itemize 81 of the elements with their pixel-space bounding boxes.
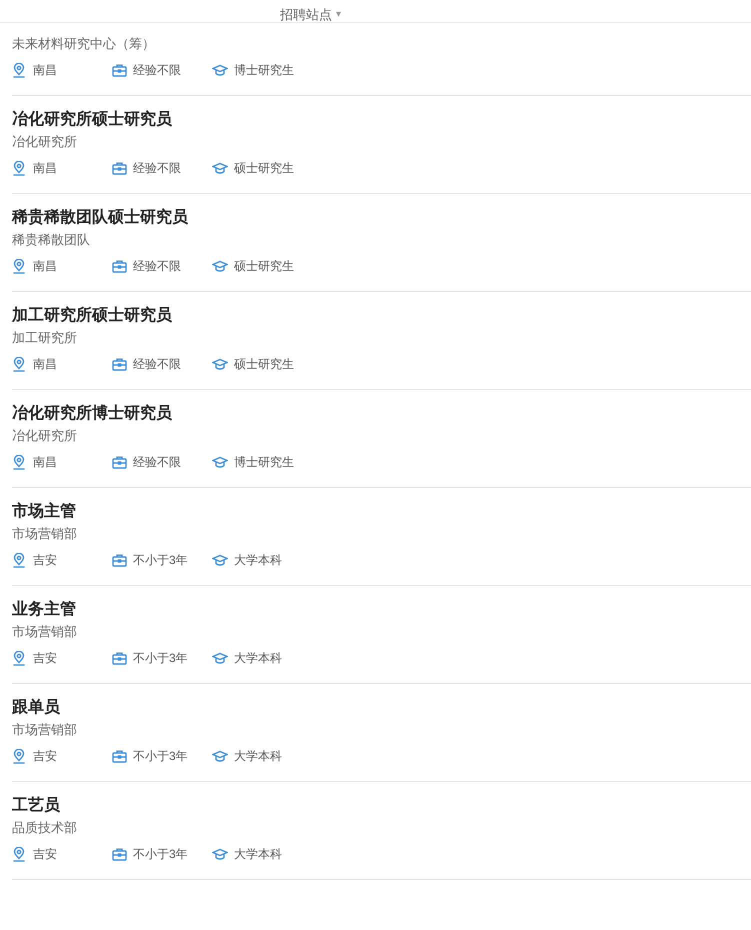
education-text: 大学本科 (234, 552, 282, 568)
location-pin-icon (12, 552, 26, 568)
experience-text: 经验不限 (133, 454, 181, 470)
graduation-cap-icon (212, 260, 228, 272)
briefcase-icon (112, 554, 127, 566)
location-text: 南昌 (33, 454, 57, 470)
job-title: 加工研究所硕士研究员 (12, 305, 172, 326)
location-pin-icon (12, 258, 26, 274)
briefcase-icon (112, 64, 127, 76)
briefcase-icon (112, 456, 127, 468)
job-title: 工艺员 (12, 796, 60, 816)
site-filter-dropdown[interactable]: 招聘站点 ▾ (280, 8, 341, 22)
experience-text: 不小于3年 (133, 552, 188, 568)
job-card[interactable]: 工艺员 品质技术部 吉安 不小于3年 大学本科 (12, 782, 751, 880)
briefcase-icon (112, 750, 127, 762)
department-name: 冶化研究所 (12, 427, 77, 445)
job-title: 冶化研究所硕士研究员 (12, 109, 172, 130)
job-title: 业务主管 (12, 599, 76, 620)
education-text: 硕士研究生 (234, 258, 294, 274)
briefcase-icon (112, 358, 127, 370)
department-name: 市场营销部 (12, 525, 77, 543)
location-text: 吉安 (33, 552, 57, 568)
department-name: 冶化研究所 (12, 133, 77, 151)
briefcase-icon (112, 652, 127, 664)
department-name: 稀贵稀散团队 (12, 231, 90, 249)
experience-text: 不小于3年 (133, 650, 188, 666)
graduation-cap-icon (212, 64, 228, 76)
education-text: 硕士研究生 (234, 356, 294, 372)
job-title: 跟单员 (12, 698, 60, 718)
graduation-cap-icon (212, 750, 228, 762)
department-name: 未来材料研究中心（筹） (12, 35, 155, 53)
department-name: 加工研究所 (12, 329, 77, 347)
education-text: 博士研究生 (234, 454, 294, 470)
job-card[interactable]: 未来材料研究中心（筹） 南昌 经验不限 博士研究生 (12, 23, 751, 96)
graduation-cap-icon (212, 456, 228, 468)
location-pin-icon (12, 748, 26, 764)
education-text: 大学本科 (234, 650, 282, 666)
job-card[interactable]: 稀贵稀散团队硕士研究员 稀贵稀散团队 南昌 经验不限 硕士研究生 (12, 194, 751, 292)
briefcase-icon (112, 162, 127, 174)
graduation-cap-icon (212, 848, 228, 860)
location-pin-icon (12, 160, 26, 176)
graduation-cap-icon (212, 358, 228, 370)
location-pin-icon (12, 356, 26, 372)
graduation-cap-icon (212, 162, 228, 174)
location-pin-icon (12, 650, 26, 666)
job-title: 冶化研究所博士研究员 (12, 403, 172, 424)
location-pin-icon (12, 454, 26, 470)
experience-text: 经验不限 (133, 258, 181, 274)
job-title: 稀贵稀散团队硕士研究员 (12, 207, 188, 228)
location-text: 吉安 (33, 748, 57, 764)
location-text: 南昌 (33, 258, 57, 274)
graduation-cap-icon (212, 652, 228, 664)
experience-text: 不小于3年 (133, 748, 188, 764)
education-text: 大学本科 (234, 846, 282, 862)
job-card[interactable]: 冶化研究所硕士研究员 冶化研究所 南昌 经验不限 硕士研究生 (12, 96, 751, 194)
experience-text: 经验不限 (133, 160, 181, 176)
location-text: 吉安 (33, 650, 57, 666)
location-pin-icon (12, 846, 26, 862)
location-text: 吉安 (33, 846, 57, 862)
location-text: 南昌 (33, 62, 57, 78)
location-text: 南昌 (33, 160, 57, 176)
education-text: 大学本科 (234, 748, 282, 764)
department-name: 市场营销部 (12, 721, 77, 739)
department-name: 品质技术部 (12, 819, 77, 837)
job-title: 市场主管 (12, 501, 76, 522)
graduation-cap-icon (212, 554, 228, 566)
job-card[interactable]: 业务主管 市场营销部 吉安 不小于3年 大学本科 (12, 586, 751, 684)
department-name: 市场营销部 (12, 623, 77, 641)
experience-text: 经验不限 (133, 62, 181, 78)
location-pin-icon (12, 62, 26, 78)
location-text: 南昌 (33, 356, 57, 372)
experience-text: 不小于3年 (133, 846, 188, 862)
education-text: 硕士研究生 (234, 160, 294, 176)
job-card[interactable]: 冶化研究所博士研究员 冶化研究所 南昌 经验不限 博士研究生 (12, 390, 751, 488)
education-text: 博士研究生 (234, 62, 294, 78)
job-card[interactable]: 市场主管 市场营销部 吉安 不小于3年 大学本科 (12, 488, 751, 586)
experience-text: 经验不限 (133, 356, 181, 372)
briefcase-icon (112, 260, 127, 272)
briefcase-icon (112, 848, 127, 860)
job-card[interactable]: 跟单员 市场营销部 吉安 不小于3年 大学本科 (12, 684, 751, 782)
job-card[interactable]: 加工研究所硕士研究员 加工研究所 南昌 经验不限 硕士研究生 (12, 292, 751, 390)
